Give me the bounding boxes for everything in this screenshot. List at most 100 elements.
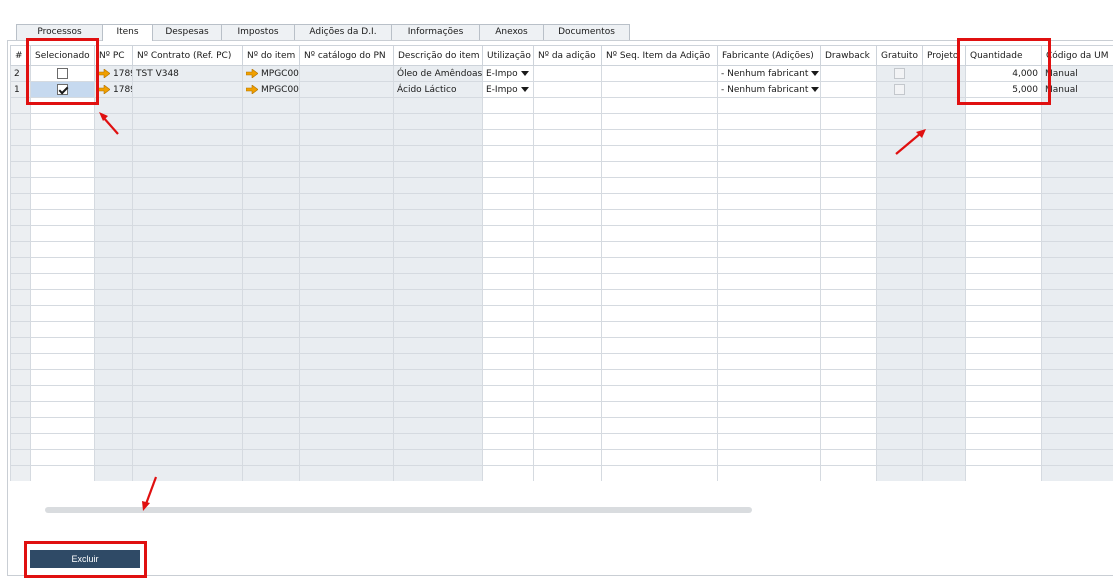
empty-cell[interactable] xyxy=(717,209,821,226)
col-header-drawback[interactable]: Drawback xyxy=(820,45,877,66)
empty-cell[interactable] xyxy=(299,385,394,402)
empty-cell[interactable] xyxy=(299,161,394,178)
adicao-cell[interactable] xyxy=(533,81,602,98)
empty-cell[interactable] xyxy=(922,465,966,481)
dropdown-arrow-icon[interactable] xyxy=(520,70,529,76)
empty-cell[interactable] xyxy=(601,353,718,370)
empty-cell[interactable] xyxy=(94,241,133,258)
empty-cell[interactable] xyxy=(30,257,95,274)
empty-cell[interactable] xyxy=(533,433,602,450)
empty-cell[interactable] xyxy=(30,129,95,146)
empty-cell[interactable] xyxy=(820,321,877,338)
empty-cell[interactable] xyxy=(922,177,966,194)
empty-cell[interactable] xyxy=(601,225,718,242)
empty-cell[interactable] xyxy=(132,353,243,370)
link-arrow-icon[interactable] xyxy=(98,84,110,94)
empty-cell[interactable] xyxy=(132,305,243,322)
table-row-empty[interactable] xyxy=(10,321,1113,338)
empty-cell[interactable] xyxy=(601,193,718,210)
empty-cell[interactable] xyxy=(1041,145,1113,162)
empty-cell[interactable] xyxy=(132,97,243,114)
empty-cell[interactable] xyxy=(393,289,483,306)
empty-cell[interactable] xyxy=(717,225,821,242)
empty-cell[interactable] xyxy=(601,129,718,146)
empty-cell[interactable] xyxy=(30,225,95,242)
empty-cell[interactable] xyxy=(482,289,534,306)
fabricante-cell[interactable]: - Nenhum fabricant xyxy=(717,81,821,98)
col-header-npc[interactable]: Nº PC xyxy=(94,45,133,66)
empty-cell[interactable] xyxy=(393,113,483,130)
empty-cell[interactable] xyxy=(132,225,243,242)
empty-cell[interactable] xyxy=(132,369,243,386)
empty-cell[interactable] xyxy=(922,305,966,322)
empty-cell[interactable] xyxy=(242,417,300,434)
empty-cell[interactable] xyxy=(242,129,300,146)
empty-cell[interactable] xyxy=(393,209,483,226)
empty-cell[interactable] xyxy=(1041,97,1113,114)
empty-cell[interactable] xyxy=(393,385,483,402)
empty-cell[interactable] xyxy=(132,241,243,258)
empty-cell[interactable] xyxy=(717,385,821,402)
empty-cell[interactable] xyxy=(1041,337,1113,354)
table-row-empty[interactable] xyxy=(10,225,1113,242)
empty-cell[interactable] xyxy=(132,449,243,466)
empty-cell[interactable] xyxy=(299,369,394,386)
empty-cell[interactable] xyxy=(965,145,1042,162)
empty-cell[interactable] xyxy=(94,209,133,226)
item-cell[interactable]: MPGC000 xyxy=(242,81,300,98)
col-header-catalogo[interactable]: Nº catálogo do PN xyxy=(299,45,394,66)
empty-cell[interactable] xyxy=(1041,129,1113,146)
empty-cell[interactable] xyxy=(876,257,923,274)
empty-cell[interactable] xyxy=(876,273,923,290)
empty-cell[interactable] xyxy=(922,257,966,274)
empty-cell[interactable] xyxy=(1041,193,1113,210)
empty-cell[interactable] xyxy=(533,465,602,481)
empty-cell[interactable] xyxy=(533,257,602,274)
empty-cell[interactable] xyxy=(94,433,133,450)
empty-cell[interactable] xyxy=(94,337,133,354)
empty-cell[interactable] xyxy=(533,113,602,130)
empty-cell[interactable] xyxy=(94,465,133,481)
table-row-empty[interactable] xyxy=(10,161,1113,178)
empty-cell[interactable] xyxy=(820,465,877,481)
table-row[interactable]: 2 1789 TST V348 MPGC000 Óleo de Amêndoas… xyxy=(10,65,1113,82)
empty-cell[interactable] xyxy=(717,401,821,418)
empty-cell[interactable] xyxy=(717,449,821,466)
empty-cell[interactable] xyxy=(965,417,1042,434)
empty-cell[interactable] xyxy=(132,385,243,402)
empty-cell[interactable] xyxy=(393,305,483,322)
empty-cell[interactable] xyxy=(601,289,718,306)
empty-cell[interactable] xyxy=(965,225,1042,242)
empty-cell[interactable] xyxy=(393,193,483,210)
empty-cell[interactable] xyxy=(533,305,602,322)
empty-cell[interactable] xyxy=(1041,401,1113,418)
empty-cell[interactable] xyxy=(533,225,602,242)
empty-cell[interactable] xyxy=(601,401,718,418)
empty-cell[interactable] xyxy=(393,225,483,242)
empty-cell[interactable] xyxy=(601,209,718,226)
col-header-adicao[interactable]: Nº da adição xyxy=(533,45,602,66)
empty-cell[interactable] xyxy=(242,177,300,194)
empty-cell[interactable] xyxy=(30,401,95,418)
empty-cell[interactable] xyxy=(299,337,394,354)
empty-cell[interactable] xyxy=(533,321,602,338)
empty-cell[interactable] xyxy=(601,305,718,322)
empty-cell[interactable] xyxy=(601,433,718,450)
col-header-utilizacao[interactable]: Utilização xyxy=(482,45,534,66)
empty-cell[interactable] xyxy=(717,113,821,130)
empty-cell[interactable] xyxy=(299,257,394,274)
empty-cell[interactable] xyxy=(876,417,923,434)
empty-cell[interactable] xyxy=(820,113,877,130)
empty-cell[interactable] xyxy=(876,289,923,306)
empty-cell[interactable] xyxy=(482,193,534,210)
empty-cell[interactable] xyxy=(820,433,877,450)
tab-documentos[interactable]: Documentos xyxy=(543,24,630,40)
empty-cell[interactable] xyxy=(922,241,966,258)
empty-cell[interactable] xyxy=(299,177,394,194)
empty-cell[interactable] xyxy=(533,401,602,418)
empty-cell[interactable] xyxy=(876,225,923,242)
col-header-contrato[interactable]: Nº Contrato (Ref. PC) xyxy=(132,45,243,66)
empty-cell[interactable] xyxy=(94,321,133,338)
empty-cell[interactable] xyxy=(30,433,95,450)
tab-adicoes-di[interactable]: Adições da D.I. xyxy=(294,24,392,40)
